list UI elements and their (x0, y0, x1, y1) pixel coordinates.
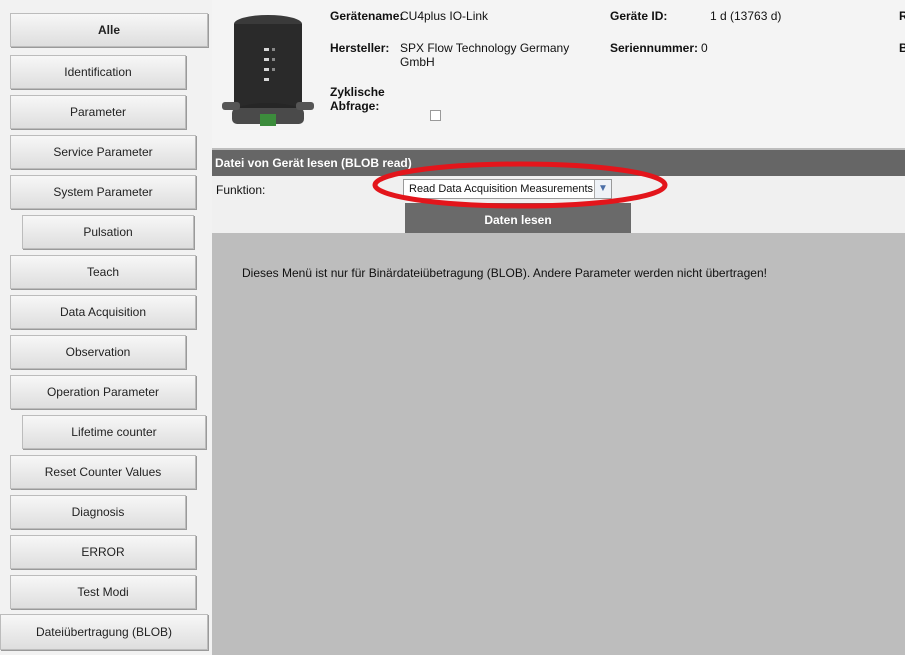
blob-info-text: Dieses Menü ist nur für Binärdateiübetra… (242, 266, 767, 280)
manufacturer-value-line2: GmbH (400, 55, 435, 69)
serial-number-value: 0 (701, 41, 708, 55)
serial-number-label: Seriennummer: (610, 41, 699, 55)
sidebar-item-operation-parameter[interactable]: Operation Parameter (10, 375, 196, 409)
sidebar-item-alle[interactable]: Alle (10, 13, 208, 47)
sidebar-item-pulsation[interactable]: Pulsation (22, 215, 194, 249)
cyclic-query-label-line2: Abfrage: (330, 99, 380, 113)
sidebar-item-teach[interactable]: Teach (10, 255, 196, 289)
read-data-button[interactable]: Daten lesen (405, 203, 631, 233)
manufacturer-label: Hersteller: (330, 41, 390, 55)
sidebar-item-label: Parameter (69, 105, 127, 119)
sidebar-item-label: Operation Parameter (46, 385, 160, 399)
device-name-value: CU4plus IO-Link (400, 9, 489, 23)
sidebar-item-parameter[interactable]: Parameter (10, 95, 186, 129)
sidebar-item-service-parameter[interactable]: Service Parameter (10, 135, 196, 169)
function-row: Funktion: Read Data Acquisition Measurem… (212, 176, 905, 203)
device-header: Gerätename: CU4plus IO-Link Hersteller: … (212, 0, 905, 148)
sidebar-item-label: Lifetime counter (71, 425, 157, 439)
sidebar: Alle Identification Parameter Service Pa… (0, 0, 212, 655)
sidebar-item-label: Diagnosis (71, 505, 125, 519)
sidebar-item-data-acquisition[interactable]: Data Acquisition (10, 295, 196, 329)
sidebar-item-label: Observation (65, 345, 131, 359)
device-id-label: Geräte ID: (610, 9, 668, 23)
sidebar-item-label: Dateiübertragung (BLOB) (35, 625, 173, 639)
sidebar-item-blob[interactable]: Dateiübertragung (BLOB) (0, 614, 208, 650)
sidebar-item-identification[interactable]: Identification (10, 55, 186, 89)
sidebar-item-label: Pulsation (83, 225, 133, 239)
function-select[interactable]: Read Data Acquisition Measurements ▼ (403, 179, 612, 199)
blob-read-header: Datei von Gerät lesen (BLOB read) (212, 150, 905, 176)
sidebar-item-lifetime-counter[interactable]: Lifetime counter (22, 415, 206, 449)
truncated-label-1: R (899, 9, 905, 23)
sidebar-item-error[interactable]: ERROR (10, 535, 196, 569)
function-label: Funktion: (216, 183, 266, 197)
sidebar-item-system-parameter[interactable]: System Parameter (10, 175, 196, 209)
device-image (222, 15, 314, 126)
sidebar-item-label: Teach (86, 265, 120, 279)
device-name-label: Gerätename: (330, 9, 404, 23)
sidebar-item-label: Reset Counter Values (44, 465, 162, 479)
sidebar-item-reset-counter-values[interactable]: Reset Counter Values (10, 455, 196, 489)
device-id-value: 1 d (13763 d) (710, 9, 782, 23)
sidebar-item-observation[interactable]: Observation (10, 335, 186, 369)
chevron-down-icon[interactable]: ▼ (594, 180, 611, 198)
cyclic-query-checkbox[interactable] (430, 110, 441, 121)
sidebar-item-label: Data Acquisition (59, 305, 147, 319)
cyclic-query-label-line1: Zyklische (330, 85, 385, 99)
sidebar-item-label: System Parameter (53, 185, 153, 199)
manufacturer-value-line1: SPX Flow Technology Germany (400, 41, 570, 55)
sidebar-item-label: Identification (64, 65, 132, 79)
sidebar-item-label: Alle (97, 23, 120, 37)
sidebar-item-diagnosis[interactable]: Diagnosis (10, 495, 186, 529)
sidebar-item-test-modi[interactable]: Test Modi (10, 575, 196, 609)
sidebar-item-label: ERROR (81, 545, 125, 559)
sidebar-item-label: Test Modi (77, 585, 129, 599)
function-select-value: Read Data Acquisition Measurements (409, 183, 594, 195)
truncated-label-2: B (899, 41, 905, 55)
sidebar-item-label: Service Parameter (53, 145, 153, 159)
